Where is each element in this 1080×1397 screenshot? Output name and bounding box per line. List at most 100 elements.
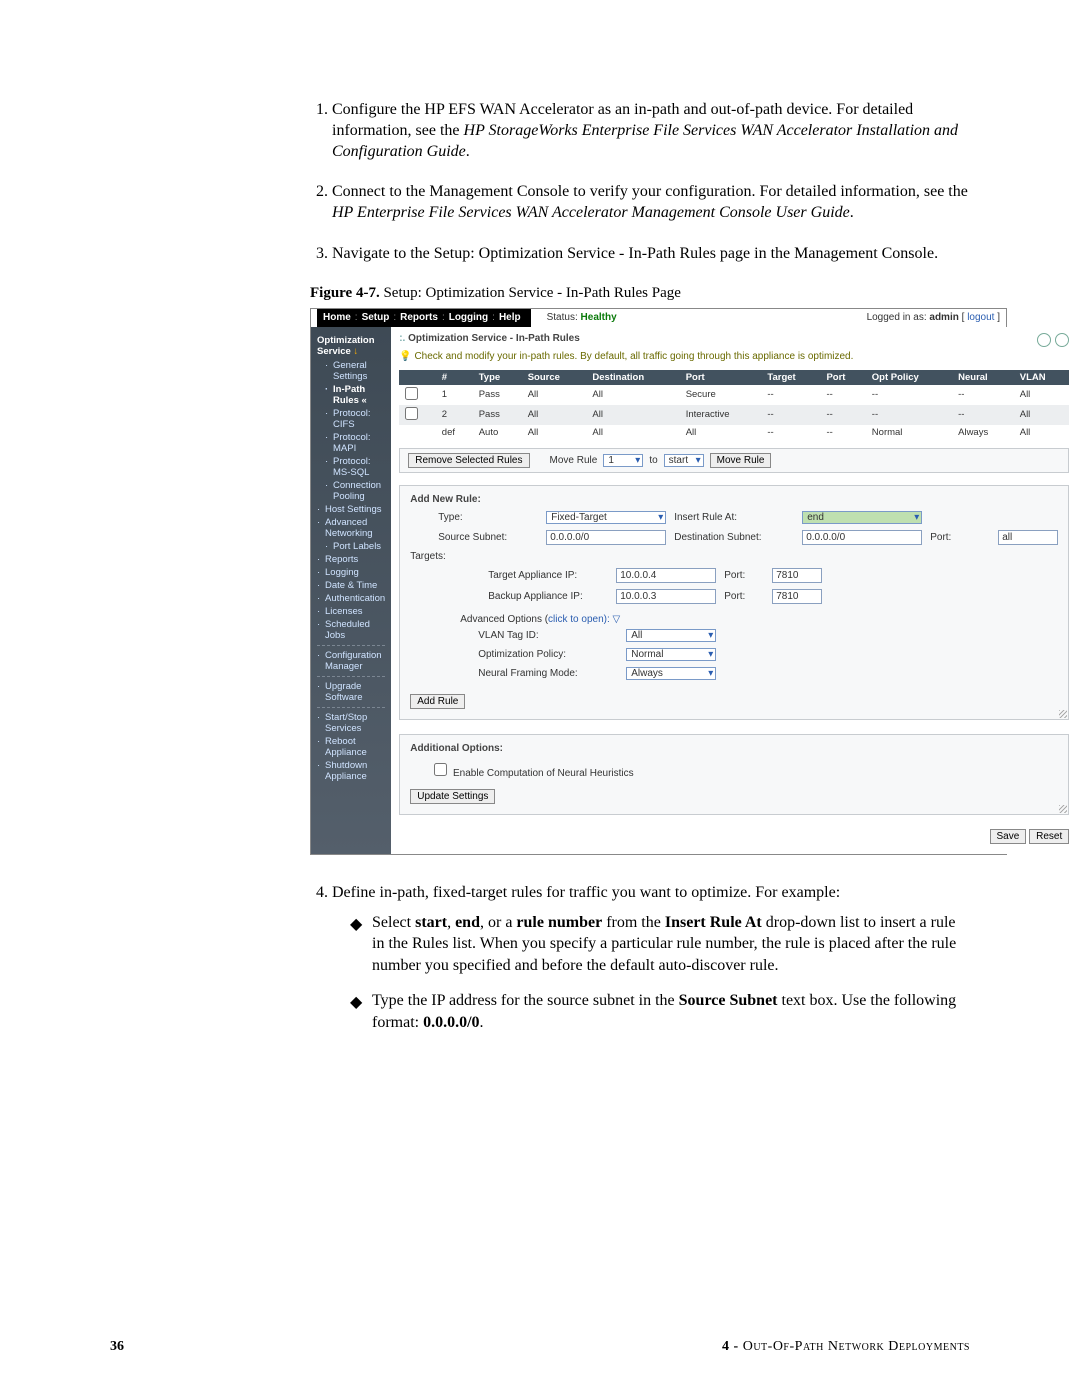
sidebar-item[interactable]: Start/Stop Services xyxy=(311,711,391,735)
adv-options-label: Advanced Options ( xyxy=(460,614,548,625)
column-header: Destination xyxy=(586,370,679,385)
figure-caption: Figure 4-7. Setup: Optimization Service … xyxy=(310,285,970,302)
target-ip-input[interactable]: 10.0.0.4 xyxy=(616,568,716,583)
vlan-select[interactable]: All▾ xyxy=(626,629,716,642)
rules-toolbar: Remove Selected Rules Move Rule 1▾ to st… xyxy=(399,448,1069,473)
top-nav: Home: Setup: Reports: Logging: Help xyxy=(317,309,531,327)
sidebar-item[interactable]: Shutdown Appliance xyxy=(311,759,391,783)
table-row: 2PassAllAllInteractive--------All xyxy=(399,405,1069,425)
neural-heuristics-label: Enable Computation of Neural Heuristics xyxy=(453,768,634,779)
figure-screenshot: Home: Setup: Reports: Logging: Help Stat… xyxy=(310,308,1007,855)
neural-heuristics-checkbox[interactable] xyxy=(434,763,447,776)
sidebar-item[interactable]: Logging xyxy=(311,566,391,579)
update-settings-button[interactable]: Update Settings xyxy=(410,789,495,804)
sidebar: Optimization Service General SettingsIn-… xyxy=(311,327,391,854)
bullet-2: Type the IP address for the source subne… xyxy=(350,990,970,1033)
bullet-1: Select start, end, or a rule number from… xyxy=(350,912,970,977)
dest-subnet-input[interactable]: 0.0.0.0/0 xyxy=(802,530,922,545)
source-subnet-label: Source Subnet: xyxy=(438,532,538,543)
backup-port-input[interactable]: 7810 xyxy=(772,589,822,604)
row-checkbox[interactable] xyxy=(405,387,418,400)
dest-subnet-label: Destination Subnet: xyxy=(674,532,794,543)
target-port-input[interactable]: 7810 xyxy=(772,568,822,583)
move-rule-button[interactable]: Move Rule xyxy=(710,453,772,468)
additional-options-header: Additional Options: xyxy=(410,743,1058,754)
sidebar-item[interactable]: Reports xyxy=(311,553,391,566)
adv-options-toggle[interactable]: click to open xyxy=(548,614,604,625)
nav-setup[interactable]: Setup xyxy=(362,312,390,323)
type-label: Type: xyxy=(438,512,538,523)
additional-options-box: Additional Options: Enable Computation o… xyxy=(399,734,1069,815)
status-label: Status: xyxy=(547,312,578,323)
sidebar-item[interactable]: Protocol: MS-SQL xyxy=(311,455,391,479)
status-value: Healthy xyxy=(581,312,617,323)
backup-ip-label: Backup Appliance IP: xyxy=(488,591,608,602)
type-select[interactable]: Fixed-Target▾ xyxy=(546,511,666,524)
login-info: Logged in as: admin [ logout ] xyxy=(867,312,1000,323)
sidebar-item[interactable]: In-Path Rules xyxy=(311,383,391,407)
sidebar-item[interactable]: Scheduled Jobs xyxy=(311,618,391,642)
sidebar-item[interactable]: Configuration Manager xyxy=(311,649,391,673)
nav-help[interactable]: Help xyxy=(499,312,521,323)
add-rule-button[interactable]: Add Rule xyxy=(410,694,465,709)
neural-mode-select[interactable]: Always▾ xyxy=(626,667,716,680)
sidebar-item[interactable]: General Settings xyxy=(311,359,391,383)
move-rule-from-select[interactable]: 1▾ xyxy=(603,454,643,467)
sidebar-item[interactable]: Protocol: CIFS xyxy=(311,407,391,431)
nav-reports[interactable]: Reports xyxy=(400,312,438,323)
column-header: Port xyxy=(820,370,865,385)
sidebar-item[interactable]: Port Labels xyxy=(311,540,391,553)
column-header: VLAN xyxy=(1014,370,1069,385)
move-rule-to-select[interactable]: start▾ xyxy=(664,454,704,467)
step-1: Configure the HP EFS WAN Accelerator as … xyxy=(332,100,970,162)
sidebar-item[interactable]: Upgrade Software xyxy=(311,680,391,704)
page-number: 36 xyxy=(110,1339,124,1355)
column-header: Target xyxy=(761,370,820,385)
resize-handle-icon xyxy=(1059,710,1067,718)
neural-mode-label: Neural Framing Mode: xyxy=(478,668,618,679)
topbar: Home: Setup: Reports: Logging: Help Stat… xyxy=(311,309,1006,327)
nav-logging[interactable]: Logging xyxy=(449,312,488,323)
sidebar-item[interactable]: Protocol: MAPI xyxy=(311,431,391,455)
sidebar-item[interactable]: Licenses xyxy=(311,605,391,618)
help-icon[interactable] xyxy=(1055,333,1069,347)
reset-button[interactable]: Reset xyxy=(1029,829,1069,844)
column-header: # xyxy=(436,370,473,385)
vlan-label: VLAN Tag ID: xyxy=(478,630,618,641)
logout-link[interactable]: logout xyxy=(967,312,994,323)
step-4: Define in-path, fixed-target rules for t… xyxy=(332,883,970,1034)
insert-at-select[interactable]: end▾ xyxy=(802,511,922,524)
insert-at-label: Insert Rule At: xyxy=(674,512,794,523)
column-header: Port xyxy=(680,370,762,385)
rules-table: #TypeSourceDestinationPortTargetPortOpt … xyxy=(399,370,1069,440)
backup-ip-input[interactable]: 10.0.0.3 xyxy=(616,589,716,604)
sidebar-item[interactable]: Reboot Appliance xyxy=(311,735,391,759)
targets-label: Targets: xyxy=(410,551,510,562)
opt-policy-select[interactable]: Normal▾ xyxy=(626,648,716,661)
resize-handle-icon xyxy=(1059,805,1067,813)
column-header: Type xyxy=(473,370,522,385)
table-row: 1PassAllAllSecure--------All xyxy=(399,385,1069,405)
remove-rules-button[interactable]: Remove Selected Rules xyxy=(408,453,529,468)
sidebar-item[interactable]: Host Settings xyxy=(311,503,391,516)
sidebar-item[interactable]: Connection Pooling xyxy=(311,479,391,503)
column-header: Neural xyxy=(952,370,1014,385)
main-panel: :. Optimization Service - In-Path Rules … xyxy=(391,327,1077,854)
sidebar-item[interactable]: Authentication xyxy=(311,592,391,605)
column-header: Opt Policy xyxy=(866,370,952,385)
backup-port-label: Port: xyxy=(724,591,764,602)
nav-home[interactable]: Home xyxy=(323,312,351,323)
sidebar-item[interactable]: Date & Time xyxy=(311,579,391,592)
step-2: Connect to the Management Console to ver… xyxy=(332,182,970,224)
refresh-icon[interactable] xyxy=(1037,333,1051,347)
page-footer: 36 4 - Out-Of-Path Network Deployments xyxy=(110,1339,970,1355)
port-input[interactable]: all xyxy=(998,530,1058,545)
sidebar-item[interactable]: Advanced Networking xyxy=(311,516,391,540)
sidebar-header[interactable]: Optimization Service xyxy=(311,333,391,359)
port-label: Port: xyxy=(930,532,990,543)
source-subnet-input[interactable]: 0.0.0.0/0 xyxy=(546,530,666,545)
row-checkbox[interactable] xyxy=(405,407,418,420)
tip-text: Check and modify your in-path rules. By … xyxy=(399,351,1069,362)
column-header: Source xyxy=(522,370,587,385)
save-button[interactable]: Save xyxy=(990,829,1027,844)
